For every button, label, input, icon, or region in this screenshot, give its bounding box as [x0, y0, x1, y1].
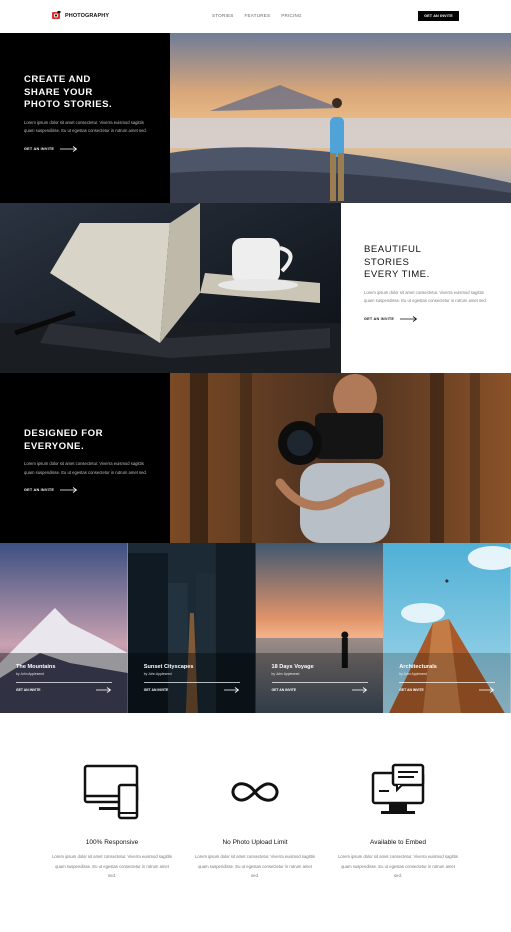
arrow-right-icon	[60, 487, 78, 493]
camera-toss-photo	[170, 373, 511, 543]
cta-label: GET AN INVITE	[24, 488, 55, 492]
feature-body: Lorem ipsum dolor sit amet consectetur. …	[338, 854, 458, 878]
cta-label: GET AN INVITE	[399, 687, 424, 692]
book-coffee-photo	[0, 203, 341, 373]
card-info: 18 Days Voyage by John Appleseed GET AN …	[271, 664, 368, 693]
hero-section-create: CREATE AND SHARE YOUR PHOTO STORIES. Lor…	[0, 33, 511, 203]
cta-label: GET AN INVITE	[16, 687, 41, 692]
heading-line: DESIGNED FOR	[24, 428, 104, 439]
card-author: by John Appleseed	[399, 672, 428, 676]
card-invite-link[interactable]: GET AN INVITE	[399, 686, 495, 693]
feature-icon-wrap	[338, 763, 458, 821]
feature-section-stories: BEAUTIFUL STORIES EVERY TIME. Lorem ipsu…	[0, 203, 511, 373]
feature-icon-wrap	[195, 763, 315, 821]
feature-section-everyone: DESIGNED FOR EVERYONE. Lorem ipsum dolor…	[0, 373, 511, 543]
gallery-card-voyage[interactable]: 18 Days Voyage by John Appleseed GET AN …	[255, 543, 384, 713]
section-heading: BEAUTIFUL STORIES EVERY TIME.	[364, 244, 489, 282]
heading-line: CREATE AND	[24, 74, 91, 85]
card-author: by John Appleseed	[143, 672, 172, 676]
card-title: 18 Days Voyage	[271, 664, 314, 670]
heading-line: BEAUTIFUL	[364, 244, 422, 255]
features-section: 100% Responsive Lorem ipsum dolor sit am…	[0, 713, 511, 932]
section-body: Lorem ipsum dolor sit amet consectetur. …	[364, 289, 487, 304]
arrow-right-icon	[351, 686, 367, 693]
site-header: PHOTOGRAPHY STORIES FEATURES PRICING GET…	[0, 0, 511, 33]
feature-title: Available to Embed	[370, 839, 426, 846]
feature-icon-wrap	[52, 763, 172, 821]
card-title: The Mountains	[16, 664, 56, 670]
feature-body: Lorem ipsum dolor sit amet consectetur. …	[52, 854, 172, 878]
divider	[16, 682, 112, 683]
arrow-right-icon	[479, 686, 495, 693]
arrow-right-icon	[60, 145, 78, 152]
cta-label: GET AN INVITE	[271, 687, 297, 692]
card-info: The Mountains by John Appleseed GET AN I…	[16, 664, 112, 693]
hero-text-block: CREATE AND SHARE YOUR PHOTO STORIES. Lor…	[24, 74, 149, 152]
logo-text: PHOTOGRAPHY	[65, 12, 110, 19]
nav-pricing[interactable]: PRICING	[281, 13, 302, 18]
gallery-card-mountains[interactable]: The Mountains by John Appleseed GET AN I…	[0, 543, 128, 713]
cta-label: GET AN INVITE	[143, 687, 169, 692]
card-invite-link[interactable]: GET AN INVITE	[143, 686, 240, 693]
card-info: Sunset Cityscapes by John Appleseed GET …	[143, 664, 240, 693]
card-title: Architecturals	[399, 664, 437, 670]
embed-monitor-icon	[371, 763, 425, 814]
main-nav: STORIES FEATURES PRICING	[212, 13, 302, 18]
cta-label: GET AN INVITE	[24, 146, 55, 151]
get-invite-link[interactable]: GET AN INVITE	[364, 315, 489, 322]
feature-title: 100% Responsive	[85, 839, 139, 846]
divider	[399, 682, 496, 683]
arrow-right-icon	[400, 315, 418, 322]
gallery-card-architecturals[interactable]: Architecturals by John Appleseed GET AN …	[383, 543, 511, 713]
arrow-right-icon	[223, 686, 239, 693]
section-heading: CREATE AND SHARE YOUR PHOTO STORIES.	[24, 74, 149, 112]
get-invite-link[interactable]: GET AN INVITE	[24, 145, 149, 152]
heading-line: STORIES	[364, 256, 410, 268]
get-invite-link[interactable]: GET AN INVITE	[24, 487, 149, 493]
logo-icon	[52, 11, 61, 19]
photo-story-gallery: The Mountains by John Appleseed GET AN I…	[0, 543, 511, 713]
heading-line: SHARE YOUR	[24, 86, 93, 98]
card-info: Architecturals by John Appleseed GET AN …	[399, 664, 496, 693]
header-invite-button[interactable]: GET AN INVITE	[418, 11, 459, 21]
section-heading: DESIGNED FOR EVERYONE.	[24, 428, 149, 453]
card-author: by John Appleseed	[16, 672, 44, 676]
feature-responsive: 100% Responsive Lorem ipsum dolor sit am…	[52, 763, 172, 881]
divider	[271, 682, 368, 683]
section-body: Lorem ipsum dolor sit amet consectetur. …	[24, 119, 147, 134]
cta-label: GET AN INVITE	[364, 316, 395, 321]
section-body: Lorem ipsum dolor sit amet consectetur. …	[24, 461, 147, 475]
card-invite-link[interactable]: GET AN INVITE	[271, 686, 368, 693]
card-title: Sunset Cityscapes	[143, 664, 194, 670]
logo[interactable]: PHOTOGRAPHY	[52, 11, 109, 20]
gallery-card-cityscapes[interactable]: Sunset Cityscapes by John Appleseed GET …	[127, 543, 256, 713]
heading-line: EVERY TIME.	[364, 269, 430, 280]
feature-embed: Available to Embed Lorem ipsum dolor sit…	[338, 763, 458, 881]
section-text-block: DESIGNED FOR EVERYONE. Lorem ipsum dolor…	[24, 428, 149, 493]
card-author: by John Appleseed	[271, 672, 300, 676]
infinity-icon	[231, 782, 279, 802]
divider	[143, 682, 240, 683]
devices-icon	[83, 764, 139, 820]
feature-title: No Photo Upload Limit	[222, 839, 288, 846]
feature-upload-limit: No Photo Upload Limit Lorem ipsum dolor …	[195, 763, 315, 881]
arrow-right-icon	[96, 686, 112, 693]
mountain-hiker-photo	[170, 33, 511, 203]
heading-line: PHOTO STORIES.	[24, 99, 113, 110]
nav-features[interactable]: FEATURES	[244, 13, 270, 18]
nav-stories[interactable]: STORIES	[212, 13, 233, 18]
heading-line: EVERYONE.	[24, 440, 85, 452]
section-text-block: BEAUTIFUL STORIES EVERY TIME. Lorem ipsu…	[364, 244, 489, 322]
card-invite-link[interactable]: GET AN INVITE	[16, 686, 112, 693]
feature-body: Lorem ipsum dolor sit amet consectetur. …	[195, 854, 315, 878]
